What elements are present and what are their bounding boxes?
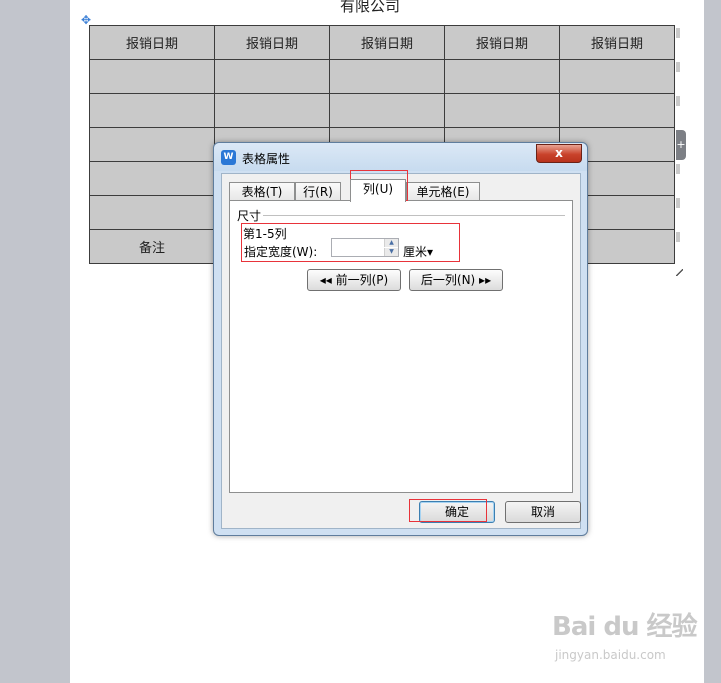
table-row [89, 93, 675, 128]
cancel-button[interactable]: 取消 [505, 501, 581, 523]
table-header-cell[interactable]: 报销日期 [444, 25, 560, 60]
table-cell[interactable] [329, 93, 445, 128]
table-row: 报销日期 报销日期 报销日期 报销日期 报销日期 [89, 25, 675, 60]
table-cell[interactable] [214, 59, 330, 94]
table-header-cell[interactable]: 报销日期 [89, 25, 215, 60]
table-cell[interactable] [329, 59, 445, 94]
baidu-watermark: Bai du 经验 [552, 612, 697, 642]
table-resize-icon[interactable] [676, 269, 683, 276]
close-button[interactable]: x [536, 144, 582, 163]
table-cell[interactable] [89, 59, 215, 94]
insert-column-icon[interactable]: + [676, 130, 686, 160]
highlight-width-setting [241, 223, 460, 262]
table-cell[interactable] [444, 93, 560, 128]
group-divider [263, 215, 565, 216]
previous-column-button[interactable]: ◂◂ 前一列(P) [307, 269, 401, 291]
table-row [89, 59, 675, 94]
table-cell[interactable] [444, 59, 560, 94]
size-group-label: 尺寸 [237, 209, 262, 223]
highlight-ok-button [409, 499, 487, 522]
table-cell[interactable] [89, 195, 215, 230]
dialog-titlebar[interactable]: W 表格属性 x [214, 143, 587, 171]
table-cell[interactable] [559, 59, 675, 94]
table-properties-dialog: W 表格属性 x 表格(T) 行(R) 列(U) 单元格(E) 尺寸 第1-5列… [213, 142, 588, 536]
dialog-title: 表格属性 [242, 152, 291, 166]
tab-row[interactable]: 行(R) [295, 182, 341, 201]
tab-column[interactable]: 列(U) [350, 179, 406, 202]
remarks-cell[interactable]: 备注 [89, 229, 215, 264]
tab-table[interactable]: 表格(T) [229, 182, 295, 201]
wps-app-icon: W [221, 150, 236, 165]
table-header-cell[interactable]: 报销日期 [214, 25, 330, 60]
document-heading: 有限公司 [339, 0, 400, 15]
table-cell[interactable] [89, 127, 215, 162]
next-column-button[interactable]: 后一列(N) ▸▸ [409, 269, 503, 291]
table-cell[interactable] [89, 161, 215, 196]
table-cell[interactable] [559, 93, 675, 128]
table-header-cell[interactable]: 报销日期 [329, 25, 445, 60]
tab-cell[interactable]: 单元格(E) [406, 182, 480, 201]
table-cell[interactable] [89, 93, 215, 128]
baidu-watermark-url: jingyan.baidu.com [555, 648, 666, 662]
table-header-cell[interactable]: 报销日期 [559, 25, 675, 60]
table-cell[interactable] [214, 93, 330, 128]
